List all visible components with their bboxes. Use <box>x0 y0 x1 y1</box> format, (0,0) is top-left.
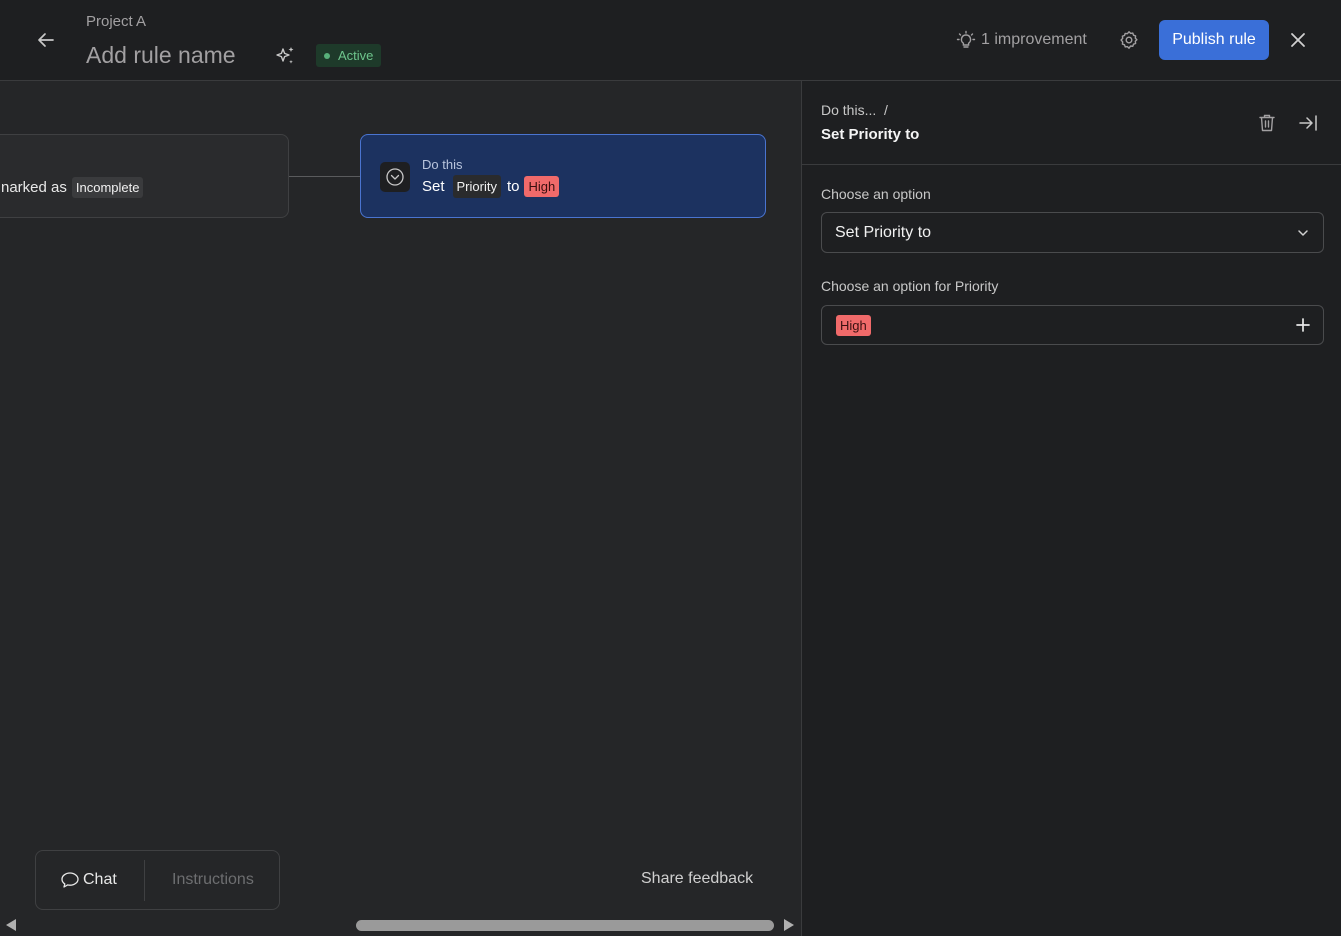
scroll-thumb[interactable] <box>356 920 774 931</box>
trigger-prefix: narked as <box>1 179 67 196</box>
priority-option-field[interactable]: High <box>821 305 1324 345</box>
arrow-left-icon <box>38 33 54 47</box>
tab-instructions[interactable]: Instructions <box>172 871 254 889</box>
improvement-label: 1 improvement <box>981 31 1087 48</box>
action-label: Do this <box>422 157 463 172</box>
option-select-value: Set Priority to <box>835 224 932 241</box>
tab-chat[interactable]: Chat <box>60 871 117 889</box>
chevron-down-icon <box>1298 230 1308 236</box>
share-feedback-link[interactable]: Share feedback <box>641 870 753 888</box>
breadcrumb[interactable]: Do this... / <box>821 102 888 118</box>
tab-divider <box>144 860 145 901</box>
close-button[interactable] <box>1284 26 1312 54</box>
action-detail-panel: Do this... / Set Priority to Choose an o… <box>801 81 1341 936</box>
trigger-card[interactable]: narked as Incomplete <box>0 134 289 218</box>
trigger-value-pill: Incomplete <box>71 177 144 198</box>
panel-title: Set Priority to <box>821 126 920 143</box>
delete-action-button[interactable] <box>1255 111 1279 135</box>
collapse-panel-button[interactable] <box>1296 111 1320 135</box>
plus-icon[interactable] <box>1296 318 1310 332</box>
status-badge: Active <box>316 44 382 67</box>
priority-value-pill: High <box>836 315 871 336</box>
close-icon <box>1291 33 1305 47</box>
action-icon-box <box>380 162 410 192</box>
settings-button[interactable] <box>1116 27 1142 53</box>
scroll-left-button[interactable] <box>5 918 17 932</box>
priority-option-label: Choose an option for Priority <box>821 278 999 294</box>
option-label: Choose an option <box>821 186 931 202</box>
status-label: Active <box>338 48 374 63</box>
action-joiner: to <box>506 178 520 195</box>
bottom-tabs: Chat Instructions <box>35 850 280 910</box>
publish-rule-button[interactable]: Publish rule <box>1159 20 1269 60</box>
chevron-circle-icon <box>386 168 404 186</box>
gear-icon <box>1120 31 1138 49</box>
ai-sparkle-button[interactable] <box>272 43 298 69</box>
top-bar: Project A Add rule name Active 1 improve… <box>0 0 1341 81</box>
sparkle-icon <box>276 47 294 64</box>
action-verb: Set <box>422 178 445 195</box>
connector-line <box>289 176 360 177</box>
action-value-pill: High <box>524 176 560 197</box>
action-field-pill: Priority <box>452 175 501 198</box>
trigger-text: narked as Incomplete <box>1 177 144 198</box>
horizontal-scrollbar[interactable] <box>0 914 801 936</box>
lightbulb-icon <box>956 30 976 48</box>
trash-icon <box>1259 114 1275 132</box>
action-text: Set Priority to High <box>422 175 560 198</box>
improvement-button[interactable]: 1 improvement <box>956 26 1087 54</box>
tab-chat-label: Chat <box>83 871 117 888</box>
rule-canvas[interactable]: narked as Incomplete Do this Set Priorit… <box>0 81 801 936</box>
triangle-left-icon <box>6 919 16 931</box>
chat-bubble-icon <box>61 872 79 888</box>
project-name[interactable]: Project A <box>86 13 146 30</box>
status-dot <box>324 52 330 59</box>
panel-header: Do this... / Set Priority to <box>802 81 1341 165</box>
collapse-right-icon <box>1299 115 1317 131</box>
action-card[interactable]: Do this Set Priority to High <box>360 134 766 218</box>
scroll-right-button[interactable] <box>783 918 795 932</box>
rule-name-field[interactable]: Add rule name <box>86 42 236 69</box>
triangle-right-icon <box>784 919 794 931</box>
option-select[interactable]: Set Priority to <box>821 212 1324 253</box>
back-button[interactable] <box>30 24 62 56</box>
